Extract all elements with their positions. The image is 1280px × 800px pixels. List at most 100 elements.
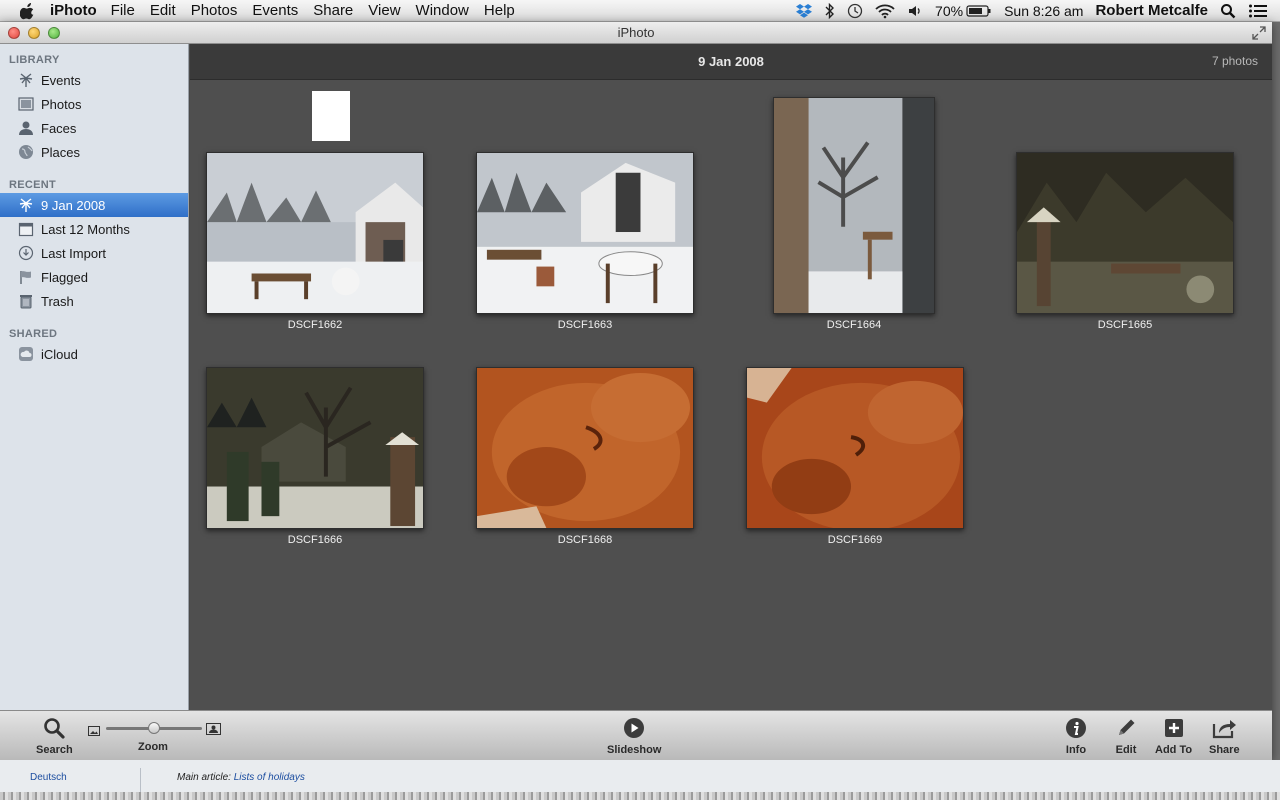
time-machine-icon[interactable]	[847, 3, 863, 19]
language-link[interactable]: Deutsch	[30, 772, 67, 783]
volume-icon[interactable]	[907, 3, 923, 19]
sidebar-item-label: Places	[41, 144, 81, 160]
photo-thumbnail[interactable]	[206, 367, 424, 529]
shared-header: SHARED	[9, 328, 58, 340]
icloud-icon	[17, 345, 35, 363]
article-prefix: Main article:	[177, 772, 234, 783]
sidebar-item-label: Faces	[41, 120, 77, 136]
bluetooth-icon[interactable]	[825, 2, 835, 19]
sidebar-item-icloud[interactable]: iCloud	[0, 342, 188, 366]
photo-tile[interactable]: DSCF1666	[206, 367, 424, 552]
battery-icon	[966, 4, 991, 17]
sidebar-item-last-12-months[interactable]: Last 12 Months	[0, 217, 188, 241]
fullscreen-icon[interactable]	[1252, 26, 1266, 40]
info-button[interactable]: Info	[1063, 715, 1089, 756]
menu-file[interactable]: File	[111, 2, 135, 19]
apple-menu-icon[interactable]	[20, 2, 40, 20]
add-to-label: Add To	[1155, 744, 1193, 756]
menu-help[interactable]: Help	[484, 2, 515, 19]
library-header: LIBRARY	[9, 54, 60, 66]
menu-events[interactable]: Events	[252, 2, 298, 19]
title-bar[interactable]: iPhoto	[0, 22, 1272, 44]
zoom-label-wrap: Zoom	[138, 741, 168, 753]
sidebar-item-last-import[interactable]: Last Import	[0, 241, 188, 265]
event-icon	[17, 196, 35, 214]
sidebar-item-label: Events	[41, 72, 81, 88]
menu-share[interactable]: Share	[313, 2, 353, 19]
sidebar-item-faces[interactable]: Faces	[0, 116, 188, 140]
photo-thumbnail[interactable]	[476, 152, 694, 314]
photos-icon	[17, 95, 35, 113]
photo-caption[interactable]: DSCF1662	[206, 319, 424, 331]
zoom-window-button[interactable]	[48, 26, 60, 39]
iphoto-window: iPhoto LIBRARY Events Photos Faces Place…	[0, 22, 1272, 760]
sidebar-item-label: Trash	[41, 293, 74, 309]
menu-photos[interactable]: Photos	[191, 2, 238, 19]
battery-status[interactable]: 70%	[935, 3, 992, 19]
spotlight-icon[interactable]	[1220, 3, 1236, 19]
event-header: 9 Jan 2008 7 photos	[190, 44, 1272, 80]
zoom-slider[interactable]	[88, 721, 222, 736]
photo-tile[interactable]: DSCF1668	[476, 367, 694, 552]
sidebar-item-label: Flagged	[41, 269, 88, 285]
share-icon	[1211, 715, 1237, 741]
plus-icon	[1161, 715, 1187, 741]
share-button[interactable]: Share	[1209, 715, 1240, 756]
photo-tile[interactable]: DSCF1665	[1016, 152, 1234, 337]
photo-caption[interactable]: DSCF1669	[746, 534, 964, 546]
article-link[interactable]: Lists of holidays	[234, 772, 305, 783]
photo-browser: 9 Jan 2008 7 photos DSCF1662 DSCF1663 DS…	[190, 44, 1272, 710]
window-title: iPhoto	[617, 25, 655, 40]
notification-center-icon[interactable]	[1248, 3, 1268, 19]
menu-edit[interactable]: Edit	[150, 2, 176, 19]
slideshow-label: Slideshow	[607, 744, 662, 756]
minimize-button[interactable]	[28, 26, 40, 39]
photo-thumbnail[interactable]	[206, 152, 424, 314]
sidebar-item-photos[interactable]: Photos	[0, 92, 188, 116]
background-browser-page: Deutsch Main article: Lists of holidays	[0, 760, 1280, 800]
dock[interactable]	[0, 792, 1280, 800]
photo-tile[interactable]: DSCF1664	[773, 97, 935, 337]
photo-thumbnail[interactable]	[1016, 152, 1234, 314]
photo-tile[interactable]: DSCF1662	[206, 152, 424, 337]
sidebar-item-places[interactable]: Places	[0, 140, 188, 164]
photo-caption[interactable]: DSCF1668	[476, 534, 694, 546]
user-menu[interactable]: Robert Metcalfe	[1095, 2, 1208, 19]
zoom-knob[interactable]	[148, 722, 160, 734]
sidebar-item-trash[interactable]: Trash	[0, 289, 188, 313]
large-thumbnail-icon	[206, 722, 221, 740]
photo-tile[interactable]: DSCF1669	[746, 367, 964, 552]
photo-thumbnail[interactable]	[476, 367, 694, 529]
small-thumbnail-icon	[88, 723, 100, 741]
edit-button[interactable]: Edit	[1113, 715, 1139, 756]
event-title: 9 Jan 2008	[698, 54, 764, 69]
edit-label: Edit	[1115, 744, 1137, 756]
sidebar-item-events[interactable]: Events	[0, 68, 188, 92]
photo-caption[interactable]: DSCF1664	[773, 319, 935, 331]
close-button[interactable]	[8, 26, 20, 39]
zoom-label: Zoom	[138, 741, 168, 753]
dropbox-icon[interactable]	[795, 3, 813, 19]
photo-caption[interactable]: DSCF1663	[476, 319, 694, 331]
divider	[140, 768, 141, 792]
wifi-icon[interactable]	[875, 3, 895, 19]
sidebar-item-9-jan-2008[interactable]: 9 Jan 2008	[0, 193, 188, 217]
photo-thumbnail[interactable]	[746, 367, 964, 529]
slideshow-button[interactable]: Slideshow	[607, 715, 661, 756]
add-to-button[interactable]: Add To	[1155, 715, 1192, 756]
search-button[interactable]: Search	[36, 715, 73, 756]
menu-view[interactable]: View	[368, 2, 400, 19]
share-label: Share	[1209, 744, 1240, 756]
menu-window[interactable]: Window	[416, 2, 469, 19]
sidebar-item-label: 9 Jan 2008	[41, 197, 106, 213]
sidebar-item-flagged[interactable]: Flagged	[0, 265, 188, 289]
clock[interactable]: Sun 8:26 am	[1004, 3, 1083, 19]
flag-icon	[17, 268, 35, 286]
app-menu[interactable]: iPhoto	[50, 2, 97, 19]
photo-thumbnail[interactable]	[773, 97, 935, 314]
photo-caption[interactable]: DSCF1665	[1016, 319, 1234, 331]
photo-tile[interactable]: DSCF1663	[476, 152, 694, 337]
places-icon	[17, 143, 35, 161]
photo-caption[interactable]: DSCF1666	[206, 534, 424, 546]
search-label: Search	[36, 744, 73, 756]
